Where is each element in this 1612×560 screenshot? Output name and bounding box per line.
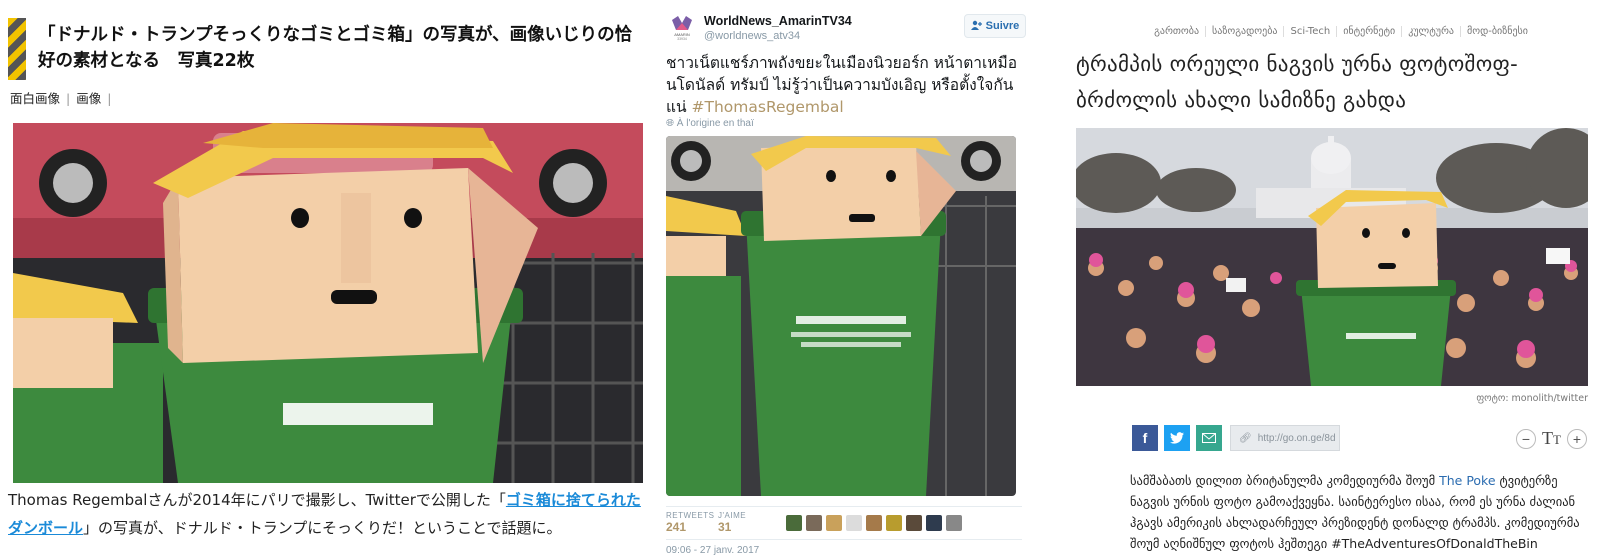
jp-trump-bin-photo (13, 123, 643, 483)
jp-article-title: 「ドナルド・トランプそっくりなゴミとゴミ箱」の写真が、画像いじりの恰好の素材とな… (38, 25, 633, 71)
like-stat[interactable]: J'AIME 31 (718, 511, 746, 534)
likes-count: 31 (718, 520, 732, 534)
text-size-increase-button[interactable]: + (1566, 428, 1587, 449)
liker-avatar[interactable] (866, 515, 882, 531)
twitter-share-button[interactable] (1164, 425, 1190, 451)
account-avatar[interactable]: AMARIN 33934 (668, 14, 696, 42)
tag-separator: | (107, 91, 112, 106)
liker-avatar[interactable] (946, 515, 962, 531)
envelope-icon (1202, 433, 1216, 443)
facebook-share-button[interactable]: f (1132, 425, 1158, 451)
follow-button[interactable]: Suivre (964, 14, 1026, 38)
nav-item[interactable]: საზოგადოება (1206, 26, 1285, 37)
liker-avatar[interactable] (786, 515, 802, 531)
text-size-control: − TT + (1516, 428, 1587, 449)
follow-label: Suivre (985, 20, 1020, 32)
liker-avatar[interactable] (926, 515, 942, 531)
tag-separator: | (66, 91, 71, 106)
tag-item[interactable]: 画像 (76, 91, 107, 106)
link-icon: 🔗︎ (1239, 432, 1252, 444)
tweet-text: ชาวเน็ตแชร์ภาพถังขยะในเมืองนิวยอร์ก หน้า… (666, 52, 1022, 118)
liker-avatar[interactable] (806, 515, 822, 531)
photo-credit: ფოტო: monolith/twitter (1476, 393, 1588, 404)
translation-note[interactable]: 🌐︎ À l'origine en thaï (666, 118, 754, 129)
text-size-decrease-button[interactable]: − (1516, 428, 1536, 449)
retweets-count: 241 (666, 520, 687, 534)
tweet-media-photo[interactable] (666, 136, 1016, 496)
text-size-icon: TT (1542, 428, 1561, 448)
nav-item[interactable]: მოდ-ბიზნესი (1461, 26, 1534, 37)
tweet-timestamp[interactable]: 09:06 - 27 janv. 2017 (666, 545, 759, 556)
tweet-photo-illustration (666, 136, 1016, 496)
account-handle[interactable]: @worldnews_atv34 (704, 30, 800, 42)
liker-avatar[interactable] (846, 515, 862, 531)
jp-photo-caption: Thomas Regembalさんが2014年にパリで撮影し、Twitterで公… (8, 486, 644, 542)
ge-article-title: ტრამპის ორეული ნაგვის ურნა ფოტოშოფ-ბრძოლ… (1076, 52, 1519, 112)
share-url-text: http://go.on.ge/8d (1257, 432, 1336, 444)
account-name[interactable]: WorldNews_AmarinTV34 (704, 14, 852, 28)
amarin-logo-icon: AMARIN 33934 (668, 14, 696, 42)
facebook-icon: f (1142, 430, 1148, 446)
caption-text-end: 」の写真が、ドナルド・トランプにそっくりだ！ということで話題に。 (83, 519, 562, 537)
jp-tag-list: 面白画像 | 画像 | (10, 88, 117, 107)
retweet-stat[interactable]: RETWEETS 241 (666, 511, 714, 534)
svg-text:33934: 33934 (677, 37, 687, 41)
email-share-button[interactable] (1196, 425, 1222, 451)
globe-icon: 🌐︎ (666, 118, 677, 129)
tag-item[interactable]: 面白画像 (10, 91, 66, 106)
ge-protest-photo (1076, 128, 1588, 386)
liker-avatar-strip (786, 515, 962, 531)
tweet-hashtag[interactable]: #ThomasRegembal (692, 98, 844, 116)
nav-item[interactable]: კულტურა (1402, 26, 1461, 37)
twitter-bird-icon (1170, 432, 1184, 444)
retweets-label: RETWEETS (666, 511, 715, 520)
ge-category-nav: გართობა საზოგადოება Sci-Tech ინტერნეტი კ… (1070, 26, 1612, 37)
header-stripe-decoration (8, 18, 26, 80)
liker-avatar[interactable] (886, 515, 902, 531)
ge-article-panel: გართობა საზოგადოება Sci-Tech ინტერნეტი კ… (1070, 0, 1612, 560)
jp-article-panel: 「ドナルド・トランプそっくりなゴミとゴミ箱」の写真が、画像いじりの恰好の素材とな… (0, 0, 648, 560)
liker-avatar[interactable] (906, 515, 922, 531)
liker-avatar[interactable] (826, 515, 842, 531)
likes-label: J'AIME (718, 511, 747, 520)
tweet-panel: AMARIN 33934 WorldNews_AmarinTV34 @world… (654, 0, 1032, 560)
ge-photo-illustration (1076, 128, 1588, 386)
body-link-the-poke[interactable]: The Poke (1439, 473, 1495, 488)
jp-photo-illustration (13, 123, 643, 483)
add-user-icon (970, 20, 982, 33)
caption-text: Thomas Regembalさんが2014年にパリで撮影し、Twitterで公… (8, 491, 506, 509)
jp-article-header: 「ドナルド・トランプそっくりなゴミとゴミ箱」の写真が、画像いじりの恰好の素材とな… (8, 18, 638, 80)
nav-item[interactable]: ინტერნეტი (1337, 26, 1403, 37)
share-buttons: f (1132, 425, 1222, 451)
nav-item[interactable]: გართობა (1148, 26, 1207, 37)
translation-note-label: À l'origine en thaï (676, 118, 754, 129)
nav-item[interactable]: Sci-Tech (1284, 26, 1338, 37)
body-text: სამშაბათს დილით ბრიტანულმა კომედიურმა შო… (1130, 473, 1440, 488)
tweet-stats-bar: RETWEETS 241 J'AIME 31 (666, 506, 1022, 540)
share-url-field[interactable]: 🔗︎ http://go.on.ge/8d (1230, 425, 1340, 451)
ge-article-body: სამშაბათს დილით ბრიტანულმა კომედიურმა შო… (1130, 470, 1590, 554)
